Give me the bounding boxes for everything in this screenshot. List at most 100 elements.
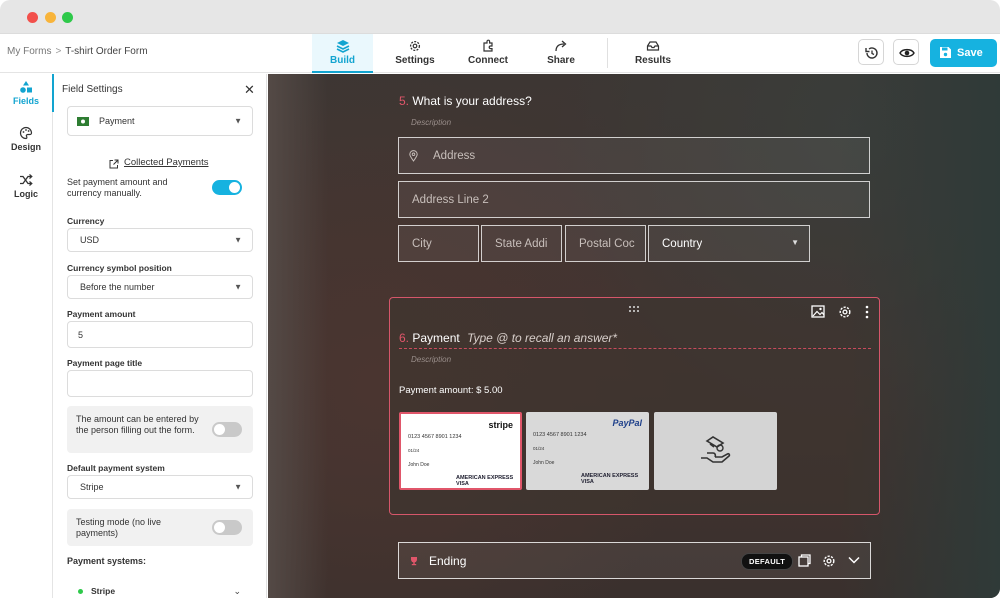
external-link-icon	[109, 159, 119, 169]
hand-coins-icon	[701, 436, 731, 463]
gear-icon[interactable]	[838, 305, 852, 319]
state-input[interactable]: State Addi	[481, 225, 562, 262]
currency-value: USD	[80, 235, 100, 245]
tab-build[interactable]: Build	[312, 34, 373, 73]
testing-mode-label: Testing mode (no live payments)	[76, 517, 162, 538]
gear-icon	[409, 40, 421, 52]
paypal-logo: PayPal	[612, 418, 642, 428]
page-title-label: Payment page title	[67, 358, 143, 368]
question-6-description[interactable]: Description	[411, 355, 451, 364]
country-select[interactable]: Country ▼	[648, 225, 810, 262]
tab-connect[interactable]: Connect	[458, 34, 518, 73]
currency-label: Currency	[67, 216, 105, 226]
default-system-select[interactable]: Stripe ▼	[67, 475, 253, 499]
breadcrumb-separator: >	[55, 46, 62, 57]
recall-hint: Type @ to recall an answer*	[467, 331, 618, 345]
nav-divider	[607, 38, 608, 68]
amount-input[interactable]: 5	[67, 321, 253, 348]
image-icon[interactable]	[811, 305, 825, 318]
chevron-down-icon: ▼	[791, 238, 799, 247]
palette-icon	[19, 126, 33, 140]
maximize-window-button[interactable]	[62, 12, 73, 23]
tab-share[interactable]: Share	[531, 34, 591, 73]
breadcrumb: My Forms > T-shirt Order Form	[7, 46, 148, 57]
form-canvas: 5. What is your address? Description Add…	[268, 74, 1000, 598]
field-type-value: Payment	[99, 116, 135, 126]
shapes-icon	[20, 81, 32, 93]
question-number: 6.	[399, 331, 410, 345]
close-icon[interactable]: ✕	[244, 83, 255, 96]
symbol-position-label: Currency symbol position	[67, 263, 172, 273]
symbol-position-select[interactable]: Before the number ▼	[67, 275, 253, 299]
collected-payments-link[interactable]: Collected Payments	[124, 157, 208, 168]
tab-results-label: Results	[634, 55, 672, 66]
symbol-position-value: Before the number	[80, 282, 155, 292]
drag-handle-icon[interactable]	[628, 305, 640, 313]
testing-mode-toggle[interactable]	[212, 520, 242, 535]
question-5-title[interactable]: 5. What is your address?	[399, 94, 532, 108]
payment-system-name: Stripe	[91, 586, 116, 596]
history-button[interactable]	[858, 39, 884, 65]
amount-label: Payment amount	[67, 309, 136, 319]
breadcrumb-root[interactable]: My Forms	[7, 46, 51, 57]
preview-button[interactable]	[893, 39, 919, 65]
question-number: 5.	[399, 94, 410, 108]
toggle-knob	[229, 182, 240, 193]
history-icon	[865, 47, 878, 59]
address-input[interactable]: Address	[398, 137, 870, 174]
payment-system-stripe[interactable]: Stripe ⌄	[67, 584, 253, 598]
gear-icon[interactable]	[822, 554, 836, 568]
duplicate-icon[interactable]	[798, 554, 811, 567]
left-rail: Fields Design Logic	[0, 74, 53, 598]
city-placeholder: City	[412, 237, 432, 250]
field-type-select[interactable]: Payment ▼	[67, 106, 253, 136]
user-amount-toggle[interactable]	[212, 422, 242, 437]
city-input[interactable]: City	[398, 225, 479, 262]
rail-fields-label: Fields	[12, 96, 39, 106]
default-system-label: Default payment system	[67, 463, 165, 473]
background-beach	[268, 74, 328, 598]
page-title-input[interactable]	[67, 370, 253, 397]
save-label: Save	[957, 47, 983, 59]
chevron-down-icon: ⌄	[233, 586, 241, 596]
card-number: 0123 4567 8901 1234	[533, 432, 587, 438]
card-holder: John Doe	[533, 460, 555, 466]
rail-item-logic[interactable]: Logic	[0, 173, 52, 199]
payment-question-block[interactable]: 6. Payment Type @ to recall an answer* D…	[389, 297, 880, 515]
question-5-description[interactable]: Description	[411, 118, 451, 127]
address-line2-placeholder: Address Line 2	[412, 193, 489, 206]
question-6-title[interactable]: 6. Payment Type @ to recall an answer*	[399, 331, 617, 345]
chevron-down-icon: ▼	[234, 482, 242, 492]
inbox-icon	[646, 41, 660, 51]
rail-item-design[interactable]: Design	[0, 126, 52, 152]
address-line2-input[interactable]: Address Line 2	[398, 181, 870, 218]
window-titlebar	[0, 0, 1000, 34]
more-vertical-icon[interactable]	[865, 305, 869, 319]
save-button[interactable]: Save	[930, 39, 997, 67]
minimize-window-button[interactable]	[45, 12, 56, 23]
close-window-button[interactable]	[27, 12, 38, 23]
currency-select[interactable]: USD ▼	[67, 228, 253, 252]
puzzle-icon	[483, 39, 493, 52]
manual-amount-label: Set payment amount and currency manually…	[67, 177, 168, 198]
tab-results[interactable]: Results	[622, 34, 684, 73]
card-expiry: 01/24	[533, 446, 545, 451]
user-amount-label: The amount can be entered by the person …	[76, 414, 199, 435]
chevron-down-icon[interactable]	[848, 556, 860, 564]
app-window: My Forms > T-shirt Order Form Build Settin…	[0, 0, 1000, 598]
rail-item-fields[interactable]: Fields	[0, 80, 52, 106]
card-network-logos: AMERICAN EXPRESS VISA	[581, 473, 639, 485]
payment-option-stripe[interactable]: stripe 0123 4567 8901 1234 01/24 John Do…	[399, 412, 522, 490]
payment-option-other[interactable]	[654, 412, 777, 490]
payment-option-paypal[interactable]: PayPal 0123 4567 8901 1234 01/24 John Do…	[526, 412, 649, 490]
card-expiry: 01/24	[408, 448, 420, 453]
postal-code-input[interactable]: Postal Coc	[565, 225, 646, 262]
state-placeholder: State Addi	[495, 237, 548, 250]
toggle-knob	[214, 424, 225, 435]
tab-settings[interactable]: Settings	[385, 34, 445, 73]
ending-block[interactable]: Ending DEFAULT	[398, 542, 871, 579]
eye-icon	[899, 48, 915, 58]
tab-build-label: Build	[330, 55, 355, 66]
manual-amount-toggle[interactable]	[212, 180, 242, 195]
status-dot	[78, 589, 83, 594]
